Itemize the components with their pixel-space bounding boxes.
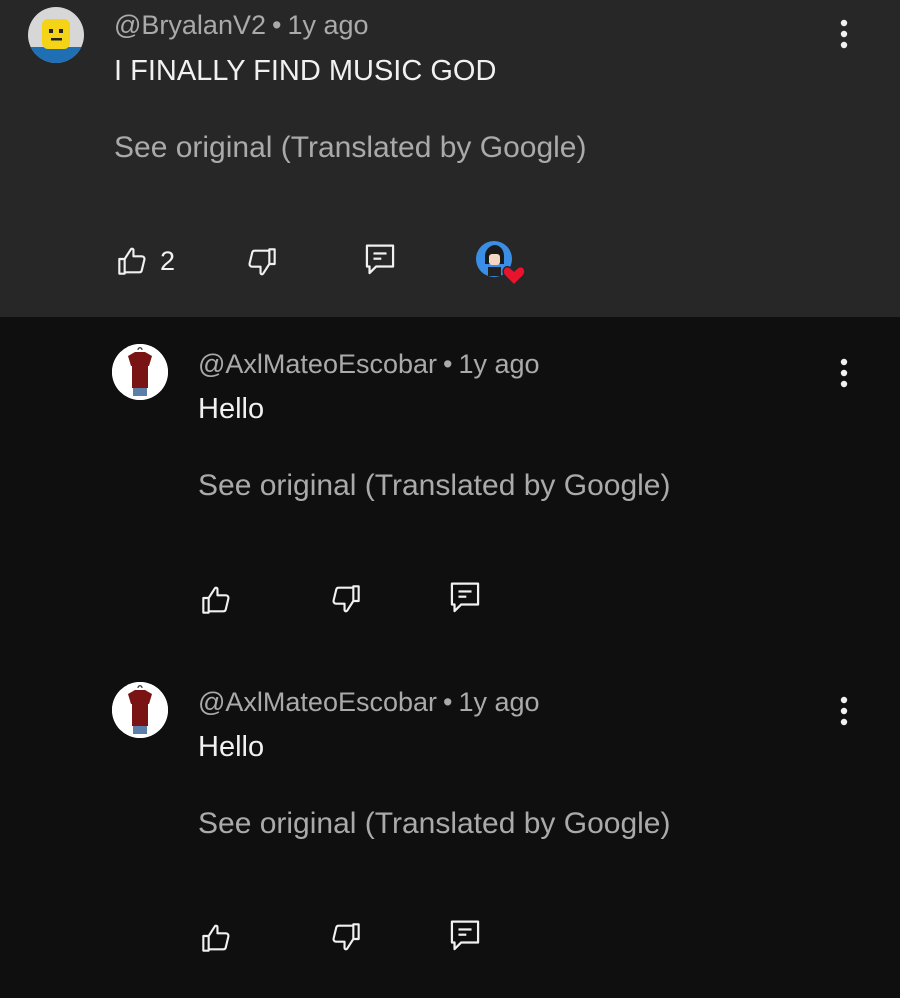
avatar[interactable] [112, 682, 168, 738]
comment-time: 1y ago [287, 10, 369, 40]
like-button[interactable]: 2 [116, 245, 175, 277]
comment-time: 1y ago [458, 349, 540, 379]
thumb-up-icon [202, 924, 230, 952]
see-original-link[interactable]: See original (Translated by Google) [114, 131, 586, 165]
comment-meta: @AxlMateoEscobar • 1y ago [198, 349, 540, 380]
separator-dot: • [443, 687, 453, 717]
dislike-button[interactable] [246, 246, 278, 278]
more-options-button[interactable] [829, 14, 859, 54]
like-count: 2 [160, 245, 176, 276]
more-vert-icon [840, 19, 848, 49]
thumb-up-icon [202, 586, 230, 614]
reply-button[interactable] [449, 919, 481, 953]
reply-icon [450, 920, 480, 951]
like-button[interactable] [200, 584, 232, 616]
reply-button[interactable] [449, 581, 481, 615]
comment-text: Hello [198, 393, 265, 425]
like-button[interactable] [200, 922, 232, 954]
more-vert-icon [840, 358, 848, 388]
reply-comment: @AxlMateoEscobar • 1y ago Hello See origin… [0, 317, 900, 655]
author-handle[interactable]: @AxlMateoEscobar [198, 687, 437, 717]
separator-dot: • [271, 10, 282, 40]
author-handle[interactable]: @AxlMateoEscobar [198, 349, 437, 379]
more-options-button[interactable] [829, 353, 859, 393]
avatar[interactable] [112, 344, 168, 400]
more-options-button[interactable] [829, 691, 859, 731]
more-vert-icon [840, 696, 848, 726]
dislike-button[interactable] [330, 583, 362, 615]
reply-icon [450, 582, 480, 613]
thumb-down-icon [332, 923, 360, 951]
reply-icon [365, 244, 395, 275]
comment-text: Hello [198, 731, 265, 763]
see-original-link[interactable]: See original (Translated by Google) [198, 469, 670, 503]
comment-meta: @BryalanV2 • 1y ago [114, 10, 369, 41]
comment-text: I FINALLY FIND MUSIC GOD [114, 55, 497, 87]
separator-dot: • [443, 349, 453, 379]
creator-heart-badge [476, 240, 528, 287]
dislike-button[interactable] [330, 921, 362, 953]
thumb-up-icon [118, 247, 146, 275]
thumb-down-icon [332, 585, 360, 613]
comment-time: 1y ago [458, 687, 540, 717]
avatar[interactable] [28, 7, 84, 63]
reply-button[interactable] [364, 243, 396, 277]
reply-comment: @AxlMateoEscobar • 1y ago Hello See origin… [0, 655, 900, 998]
thumb-down-icon [248, 248, 276, 276]
see-original-link[interactable]: See original (Translated by Google) [198, 807, 670, 841]
author-handle[interactable]: @BryalanV2 [114, 10, 266, 40]
heart-icon [502, 265, 526, 287]
highlighted-comment: @BryalanV2 • 1y ago I FINALLY FIND MUSIC G… [0, 0, 900, 317]
comment-meta: @AxlMateoEscobar • 1y ago [198, 687, 540, 718]
